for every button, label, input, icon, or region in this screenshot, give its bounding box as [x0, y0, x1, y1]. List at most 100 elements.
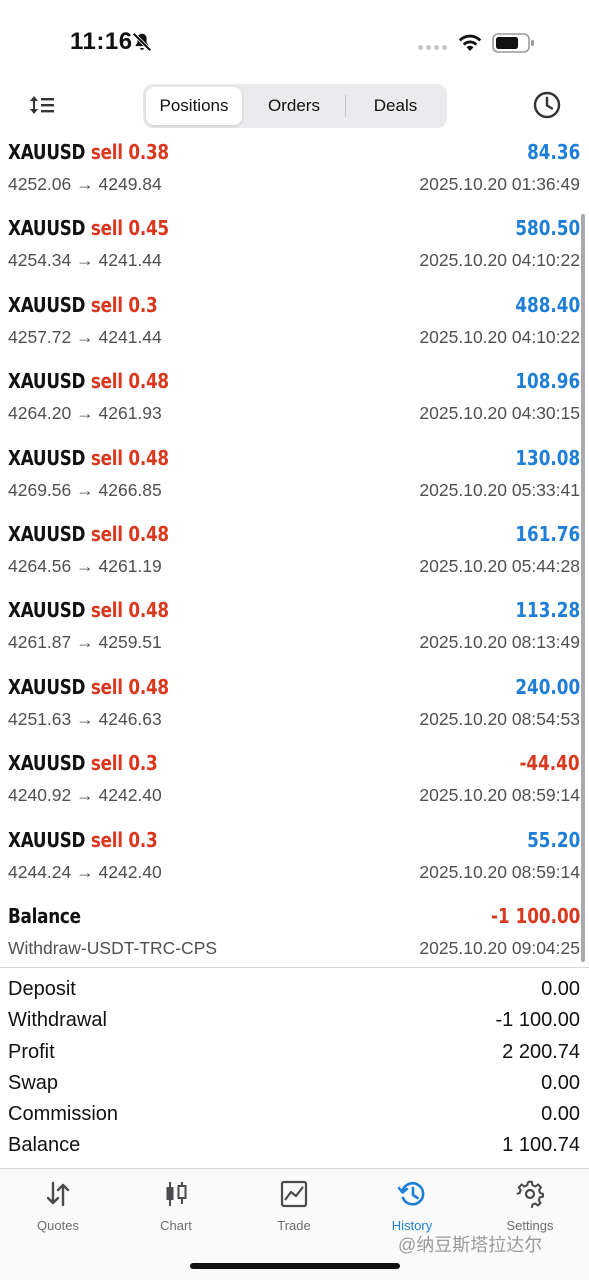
deal-close-price: 4266.85 — [98, 479, 162, 500]
deal-close-price: 4259.51 — [98, 632, 162, 653]
deal-volume: 0.3 — [128, 292, 158, 317]
summary-row: Swap 0.00 — [0, 1069, 589, 1100]
deal-prices: 4269.56 → 4266.85 — [8, 480, 162, 501]
tab-orders[interactable]: Orders — [244, 87, 344, 125]
deal-profit: 580.50 — [515, 216, 580, 241]
arrow-right-icon: → — [71, 708, 99, 729]
deal-profit: 161.76 — [515, 521, 580, 546]
deal-time: 2025.10.20 04:10:22 — [419, 250, 580, 271]
deal-prices: 4264.20 → 4261.93 — [8, 403, 162, 424]
deal-symbol: XAUUSD — [8, 140, 86, 164]
deal-volume: 0.38 — [128, 140, 169, 164]
status-time: 11:16 — [70, 28, 133, 55]
deal-profit: 108.96 — [515, 369, 580, 394]
arrow-right-icon: → — [71, 785, 99, 806]
deal-open-price: 4264.20 — [8, 403, 72, 424]
deal-open-price: 4240.92 — [8, 785, 72, 806]
deal-prices: 4244.24 → 4242.40 — [8, 862, 162, 883]
arrow-right-icon: → — [71, 326, 99, 347]
deal-row[interactable]: XAUUSD sell 0.45 580.50 4254.34 → 4241.44 2… — [0, 212, 589, 288]
deal-volume: 0.48 — [128, 674, 169, 699]
arrow-right-icon: → — [71, 555, 99, 576]
deal-symbol: XAUUSD — [8, 445, 86, 470]
summary-label: Commission — [8, 1103, 119, 1126]
deal-time: 2025.10.20 08:59:14 — [419, 785, 580, 806]
deal-time: 2025.10.20 04:10:22 — [419, 326, 580, 347]
deal-close-price: 4261.93 — [98, 403, 162, 424]
deal-prices: 4252.06 → 4249.84 — [8, 174, 162, 195]
deal-time: 2025.10.20 08:13:49 — [419, 632, 580, 653]
nav-trade-label: Trade — [277, 1218, 311, 1233]
summary-section: Deposit 0.00 Withdrawal -1 100.00 Profit 2 20… — [0, 975, 589, 1163]
deal-symbol: XAUUSD — [8, 598, 86, 623]
status-bar: 11:16 — [0, 0, 589, 80]
nav-chart[interactable]: Chart — [126, 1179, 226, 1243]
deal-profit: 84.36 — [526, 140, 580, 164]
arrow-right-icon: → — [71, 250, 99, 271]
deal-open-price: 4269.56 — [8, 479, 72, 500]
deal-side: sell — [90, 674, 123, 699]
nav-quotes[interactable]: Quotes — [8, 1179, 108, 1243]
deal-profit: 240.00 — [515, 674, 580, 699]
deal-title: XAUUSD sell 0.3 — [8, 292, 158, 317]
deal-close-price: 4242.40 — [98, 785, 162, 806]
wifi-icon — [458, 34, 482, 51]
deal-volume: 0.3 — [128, 827, 158, 852]
deal-row[interactable]: XAUUSD sell 0.38 84.36 4252.06 → 4249.84 20… — [0, 136, 589, 212]
deal-open-price: 4254.34 — [8, 250, 72, 271]
deal-title: XAUUSD sell 0.48 — [8, 675, 169, 699]
deals-list: XAUUSD sell 0.38 84.36 4252.06 → 4249.84 20… — [0, 136, 589, 976]
sort-icon[interactable] — [28, 92, 56, 118]
deal-side: sell — [90, 827, 123, 852]
deal-prices: 4251.63 → 4246.63 — [8, 709, 162, 730]
summary-label: Withdrawal — [8, 1009, 107, 1032]
deal-symbol: XAUUSD — [8, 674, 86, 699]
arrow-right-icon: → — [71, 479, 99, 500]
tab-positions[interactable]: Positions — [146, 87, 242, 125]
deal-row[interactable]: XAUUSD sell 0.48 113.28 4261.87 → 4259.51 2… — [0, 594, 589, 670]
deal-row[interactable]: XAUUSD sell 0.3 488.40 4257.72 → 4241.44 20… — [0, 289, 589, 365]
summary-label: Deposit — [8, 978, 76, 1000]
deal-row[interactable]: XAUUSD sell 0.48 130.08 4269.56 → 4266.85 2… — [0, 442, 589, 518]
deal-time: 2025.10.20 04:30:15 — [419, 403, 580, 424]
summary-row: Profit 2 200.74 — [0, 1038, 589, 1069]
deal-row[interactable]: XAUUSD sell 0.48 240.00 4251.63 → 4246.63 2… — [0, 671, 589, 747]
deal-row[interactable]: XAUUSD sell 0.3 55.20 4244.24 → 4242.40 202… — [0, 824, 589, 900]
bell-muted-icon — [132, 32, 152, 52]
deal-volume: 0.48 — [128, 445, 169, 470]
summary-row: Deposit 0.00 — [0, 975, 589, 1006]
scrollbar[interactable] — [581, 214, 585, 962]
watermark-text: @纳豆斯塔拉达尔 — [398, 1235, 543, 1255]
history-clock-icon — [397, 1182, 425, 1206]
deal-symbol: XAUUSD — [8, 827, 86, 852]
tab-deals[interactable]: Deals — [346, 87, 445, 125]
balance-amount: -1 100.00 — [490, 903, 580, 928]
deal-row[interactable]: XAUUSD sell 0.3 -44.40 4240.92 → 4242.40 20… — [0, 747, 589, 823]
clock-icon[interactable] — [532, 90, 562, 120]
deal-row[interactable]: XAUUSD sell 0.48 161.76 4264.56 → 4261.19 2… — [0, 518, 589, 594]
summary-value: 2 200.74 — [502, 1040, 580, 1063]
deal-prices: 4254.34 → 4241.44 — [8, 250, 162, 271]
deal-prices: 4240.92 → 4242.40 — [8, 785, 162, 806]
deal-close-price: 4242.40 — [98, 861, 162, 882]
summary-label: Swap — [8, 1071, 59, 1094]
deal-title: XAUUSD sell 0.48 — [8, 522, 169, 546]
deal-row[interactable]: XAUUSD sell 0.48 108.96 4264.20 → 4261.93 2… — [0, 365, 589, 441]
deal-close-price: 4241.44 — [98, 250, 162, 271]
summary-value: 1 100.74 — [502, 1134, 580, 1157]
nav-trade[interactable]: Trade — [244, 1179, 344, 1243]
summary-value: 0.00 — [541, 978, 580, 1000]
deal-symbol: XAUUSD — [8, 521, 86, 546]
balance-row[interactable]: Balance -1 100.00 Withdraw-USDT-TRC-CPS 202… — [0, 900, 589, 976]
home-indicator — [190, 1263, 400, 1269]
deal-time: 2025.10.20 05:33:41 — [419, 479, 580, 500]
arrow-right-icon: → — [71, 861, 99, 882]
deal-title: XAUUSD sell 0.3 — [8, 751, 158, 775]
deal-close-price: 4246.63 — [98, 708, 162, 729]
deal-profit: 55.20 — [526, 827, 580, 852]
deal-time: 2025.10.20 08:59:14 — [419, 861, 580, 882]
deal-close-price: 4261.19 — [98, 555, 162, 576]
arrow-right-icon: → — [71, 403, 99, 424]
deal-side: sell — [90, 521, 123, 546]
deal-volume: 0.48 — [128, 598, 169, 623]
